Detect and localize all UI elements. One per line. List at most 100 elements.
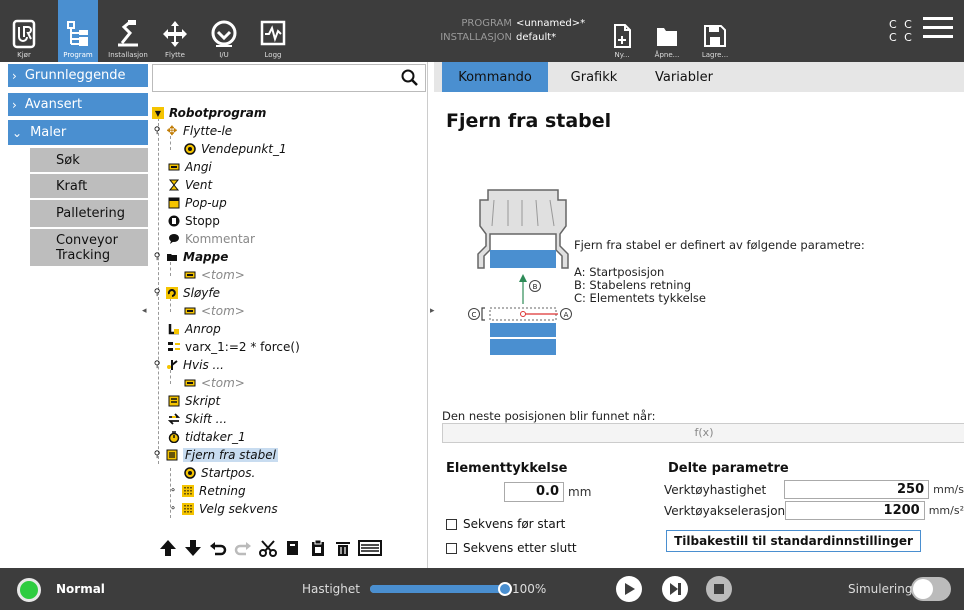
delete-button[interactable] [333,537,353,559]
tree-node-folder[interactable]: ⚲ Mappe [152,248,229,266]
tree-node-assignment[interactable]: varx_1:=2 * force() [168,338,300,356]
waypoint-icon [184,467,196,479]
tree-node-label: <tom> [201,304,245,318]
suppress-icon [358,540,382,556]
set-icon [168,161,180,173]
nav-run[interactable]: Kjør [4,0,44,62]
paste-button[interactable] [308,537,328,559]
tree-node-sequence[interactable]: ⚬ Velg sekvens [168,500,277,518]
sidebar-sub-label: Kraft [56,178,88,194]
cc-line-1: C C [889,18,914,31]
sidebar-sub-palletizing[interactable]: Palletering [30,200,148,228]
tree-root[interactable]: ▼ Robotprogram [152,104,266,122]
tree-search-input[interactable] [152,64,426,92]
thickness-heading: Elementtykkelse [446,461,568,476]
tab-command[interactable]: Kommando [442,62,548,92]
tree-node-label: Startpos. [201,466,256,480]
simulation-toggle[interactable] [911,577,951,601]
speed-slider[interactable] [370,582,512,596]
suppress-button[interactable] [358,537,382,559]
collapse-triangle-icon: ▼ [152,107,164,119]
nav-program[interactable]: Program [58,0,98,62]
sidebar-sub-conveyor[interactable]: Conveyor Tracking [30,229,148,267]
thickness-input[interactable]: 0.0 [504,482,564,502]
tree-node-direction[interactable]: ⚬ Retning [168,482,245,500]
waypoint-icon [184,143,196,155]
tree-node-stop[interactable]: Stopp [168,212,220,230]
tree-node-empty[interactable]: <tom> [184,302,245,320]
sidebar-item-basic[interactable]: › Grunnleggende [8,64,148,88]
tree-node-label: Sløyfe [183,286,221,300]
tree-node-empty[interactable]: <tom> [184,266,245,284]
tree-node-timer[interactable]: tidtaker_1 [168,428,246,446]
chevron-right-icon: › [12,68,17,83]
nav-installation[interactable]: Installasjon [106,0,150,62]
expand-pin-icon: ⚲ [153,360,161,370]
toggle-knob [913,579,933,599]
open-button[interactable]: Åpne... [650,0,684,62]
save-button[interactable]: Lagre... [698,0,732,62]
tree-node-popup[interactable]: Pop-up [168,194,227,212]
stop-button[interactable] [706,576,732,602]
sequence-after-end-checkbox[interactable]: Sekvens etter slutt [446,541,577,555]
sidebar-item-label: Grunnleggende [24,68,126,83]
loop-icon [166,287,178,299]
sequence-before-start-checkbox[interactable]: Sekvens før start [446,517,565,531]
speed-slider-knob[interactable] [498,582,512,596]
expand-pin-icon: ⚲ [153,450,161,460]
tree-node-if[interactable]: ⚲ Hvis ... [152,356,224,374]
checkbox-label: Sekvens etter slutt [463,541,577,555]
tree-node-destack[interactable]: ⚲ Fjern fra stabel [152,446,278,464]
tree-node-comment[interactable]: Kommentar [168,230,255,248]
hamburger-menu-icon[interactable] [923,17,953,43]
next-position-expression-field[interactable]: f(x) [442,423,964,443]
program-tree-icon [67,21,88,46]
tree-node-startpos[interactable]: Startpos. [184,464,255,482]
tree-node-script[interactable]: Skript [168,392,220,410]
sidebar-sub-force[interactable]: Kraft [30,174,148,199]
nav-program-label: Program [63,51,93,59]
sidebar: › Grunnleggende › Avansert ⌄ Maler Søk K… [0,62,148,568]
nav-io[interactable]: I/U [204,0,244,62]
trash-icon [336,542,350,556]
save-button-label: Lagre... [701,51,729,59]
tool-accel-unit: mm/s² [928,504,964,517]
copy-button[interactable] [283,537,303,559]
new-button[interactable]: Ny... [606,0,638,62]
stop-icon [168,215,180,227]
tree-node-move[interactable]: ⚲ ✥ Flytte-le [152,122,232,140]
cut-button[interactable] [258,537,278,559]
tool-accel-input[interactable]: 1200 [785,501,925,520]
undo-button[interactable] [208,537,228,559]
tool-speed-input[interactable]: 250 [783,480,930,499]
robot-status-icon[interactable] [17,578,41,602]
sidebar-item-advanced[interactable]: › Avansert [8,93,148,117]
step-button[interactable] [662,576,688,602]
tree-node-call[interactable]: Anrop [168,320,221,338]
scissors-icon [259,540,277,557]
tree-node-label: Fjern fra stabel [183,448,278,462]
nav-log[interactable]: Logg [254,0,292,62]
desc-c: C: Elementets tykkelse [574,291,706,305]
redo-button[interactable] [233,537,253,559]
move-down-button[interactable] [183,537,203,559]
tab-graphics[interactable]: Grafikk [556,62,632,92]
nav-move[interactable]: Flytte [156,0,194,62]
tree-node-waypoint[interactable]: Vendepunkt_1 [184,140,287,158]
desc-intro: Fjern fra stabel er definert av følgende… [574,238,865,252]
empty-icon [184,377,196,389]
shared-parameters-heading: Delte parametre [668,461,789,476]
reset-defaults-button[interactable]: Tilbakestill til standardinnstillinger [666,530,921,552]
tree-node-empty[interactable]: <tom> [184,374,245,392]
tab-variables[interactable]: Variabler [644,62,724,92]
tree-node-set[interactable]: Angi [168,158,212,176]
sidebar-item-templates[interactable]: ⌄ Maler [8,120,148,146]
undo-icon [210,542,227,556]
tree-node-switch[interactable]: Skift ... [168,410,227,428]
sidebar-sub-search[interactable]: Søk [30,148,148,173]
tree-node-loop[interactable]: ⚲ Sløyfe [152,284,220,302]
tree-node-wait[interactable]: Vent [168,176,212,194]
move-up-button[interactable] [158,537,178,559]
program-info: PROGRAM <unnamed>* INSTALLASJON default* [432,17,585,45]
play-button[interactable] [616,576,642,602]
